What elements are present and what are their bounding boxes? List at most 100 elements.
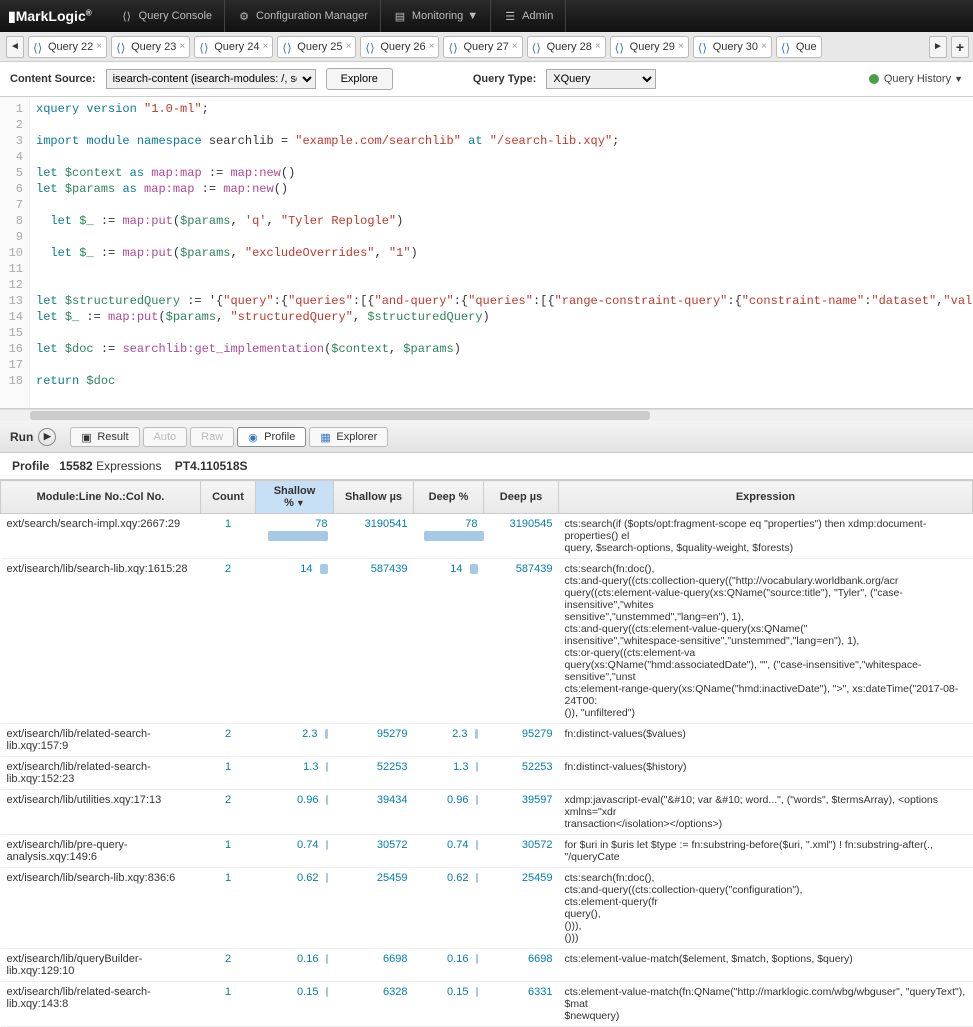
query-tab[interactable]: ⟨⟩Query 28× [527, 36, 606, 58]
cell-deep-us: 6331 [484, 982, 559, 1027]
code-editor[interactable]: 123456789101112131415161718 xquery versi… [0, 97, 973, 409]
tab-scroll-left[interactable]: ◄ [6, 36, 24, 58]
editor-horizontal-scrollbar[interactable] [0, 409, 973, 421]
col-expression[interactable]: Expression [559, 481, 973, 514]
col-deep-pct[interactable]: Deep % [414, 481, 484, 514]
monitor-icon: ▤ [393, 9, 407, 23]
cell-deep-pct: 78 [414, 514, 484, 559]
code-area[interactable]: xquery version "1.0-ml"; import module n… [30, 97, 973, 408]
content-source-select[interactable]: isearch-content (isearch-modules: /, se [106, 69, 316, 89]
col-shallow-us[interactable]: Shallow µs [334, 481, 414, 514]
cell-shallow-pct: 2.3 [256, 724, 334, 757]
query-tab[interactable]: ⟨⟩Query 25× [277, 36, 356, 58]
query-tab-icon: ⟨⟩ [615, 41, 627, 53]
cell-shallow-pct: 78 [256, 514, 334, 559]
cell-shallow-us: 3190541 [334, 514, 414, 559]
cell-module: ext/search/search-impl.xqy:2667:29 [1, 514, 201, 559]
cell-expression: cts:search(fn:doc(),cts:and-query((cts:c… [559, 868, 973, 949]
cell-shallow-pct: 0.62 [256, 868, 334, 949]
query-tab[interactable]: ⟨⟩Query 30× [693, 36, 772, 58]
cell-deep-pct: 0.15 [414, 982, 484, 1027]
gear-icon: ⚙ [237, 9, 251, 23]
query-tab[interactable]: ⟨⟩Que [776, 36, 822, 58]
query-tab-icon: ⟨⟩ [33, 41, 45, 53]
tab-scroll-right[interactable]: ► [929, 36, 947, 58]
cell-deep-us: 25459 [484, 868, 559, 949]
profile-row[interactable]: ext/isearch/lib/related-search-lib.xqy:1… [1, 757, 973, 790]
nav-item-admin[interactable]: ☰Admin [491, 0, 566, 32]
nav-item-query-console[interactable]: ⟨⟩Query Console [108, 0, 225, 32]
col-deep-us[interactable]: Deep µs [484, 481, 559, 514]
query-history-button[interactable]: Query History ▼ [869, 73, 963, 85]
logo: ▮MarkLogic® [8, 8, 92, 25]
nav-item-configuration-manager[interactable]: ⚙Configuration Manager [225, 0, 381, 32]
profile-row[interactable]: ext/search/search-impl.xqy:2667:29178 31… [1, 514, 973, 559]
cell-module: ext/isearch/lib/search-lib.xqy:1615:28 [1, 559, 201, 724]
profile-row[interactable]: ext/isearch/lib/search-lib.xqy:1615:2821… [1, 559, 973, 724]
query-type-select[interactable]: XQuery [546, 69, 656, 89]
profile-row[interactable]: ext/isearch/lib/queryBuilder-lib.xqy:129… [1, 949, 973, 982]
cell-deep-us: 52253 [484, 757, 559, 790]
col-module[interactable]: Module:Line No.:Col No. [1, 481, 201, 514]
auto-tab[interactable]: Auto [143, 427, 188, 447]
close-icon[interactable]: × [262, 41, 268, 52]
explorer-tab[interactable]: ▦Explorer [309, 427, 388, 447]
query-tab[interactable]: ⟨⟩Query 27× [443, 36, 522, 58]
profile-row[interactable]: ext/isearch/lib/pre-query-analysis.xqy:1… [1, 835, 973, 868]
cell-expression: fn:distinct-values($history) [559, 757, 973, 790]
query-tab-icon: ⟨⟩ [365, 41, 377, 53]
content-source-label: Content Source: [10, 73, 96, 85]
run-toolbar: Run ▶ ▣Result Auto Raw ◉Profile ▦Explore… [0, 421, 973, 453]
profile-row[interactable]: ext/isearch/lib/search-lib.xqy:836:610.6… [1, 868, 973, 949]
cell-shallow-us: 6698 [334, 949, 414, 982]
close-icon[interactable]: × [429, 41, 435, 52]
line-gutter: 123456789101112131415161718 [0, 97, 30, 408]
close-icon[interactable]: × [678, 41, 684, 52]
cell-shallow-pct: 0.16 [256, 949, 334, 982]
col-shallow-pct[interactable]: Shallow %▼ [256, 481, 334, 514]
profile-row[interactable]: ext/isearch/lib/utilities.xqy:17:1320.96… [1, 790, 973, 835]
cell-deep-pct: 2.3 [414, 724, 484, 757]
query-tab-icon: ⟨⟩ [781, 41, 793, 53]
history-status-icon [869, 74, 879, 84]
run-button[interactable]: Run ▶ [10, 428, 56, 446]
profile-tab[interactable]: ◉Profile [237, 427, 306, 447]
profile-row[interactable]: ext/isearch/lib/related-search-lib.xqy:1… [1, 724, 973, 757]
cell-shallow-us: 95279 [334, 724, 414, 757]
query-tab[interactable]: ⟨⟩Query 23× [111, 36, 190, 58]
cell-shallow-us: 52253 [334, 757, 414, 790]
cell-deep-pct: 0.96 [414, 790, 484, 835]
query-tab[interactable]: ⟨⟩Query 22× [28, 36, 107, 58]
close-icon[interactable]: × [761, 41, 767, 52]
query-tab[interactable]: ⟨⟩Query 29× [610, 36, 689, 58]
close-icon[interactable]: × [512, 41, 518, 52]
cell-deep-us: 3190545 [484, 514, 559, 559]
close-icon[interactable]: × [346, 41, 352, 52]
profile-summary: Profile 15582 Expressions PT4.110518S [0, 453, 973, 480]
cell-module: ext/isearch/lib/related-search-lib.xqy:1… [1, 757, 201, 790]
profile-row[interactable]: ext/isearch/lib/related-search-lib.xqy:1… [1, 982, 973, 1027]
query-tab[interactable]: ⟨⟩Query 24× [194, 36, 273, 58]
close-icon[interactable]: × [179, 41, 185, 52]
cell-shallow-us: 6328 [334, 982, 414, 1027]
cell-module: ext/isearch/lib/related-search-lib.xqy:1… [1, 982, 201, 1027]
cell-expression: cts:element-value-match(fn:QName("http:/… [559, 982, 973, 1027]
cell-count: 1 [201, 868, 256, 949]
close-icon[interactable]: × [595, 41, 601, 52]
top-nav: ▮MarkLogic® ⟨⟩Query Console⚙Configuratio… [0, 0, 973, 32]
admin-icon: ☰ [503, 9, 517, 23]
nav-item-monitoring[interactable]: ▤Monitoring▼ [381, 0, 491, 32]
cell-shallow-pct: 14 [256, 559, 334, 724]
raw-tab[interactable]: Raw [190, 427, 234, 447]
explore-button[interactable]: Explore [326, 68, 393, 90]
cell-shallow-us: 587439 [334, 559, 414, 724]
cell-deep-us: 6698 [484, 949, 559, 982]
cell-deep-us: 39597 [484, 790, 559, 835]
result-tab[interactable]: ▣Result [70, 427, 139, 447]
sort-desc-icon: ▼ [296, 498, 305, 508]
close-icon[interactable]: × [96, 41, 102, 52]
cell-deep-pct: 1.3 [414, 757, 484, 790]
query-tab[interactable]: ⟨⟩Query 26× [360, 36, 439, 58]
tab-add[interactable]: + [951, 36, 969, 58]
col-count[interactable]: Count [201, 481, 256, 514]
